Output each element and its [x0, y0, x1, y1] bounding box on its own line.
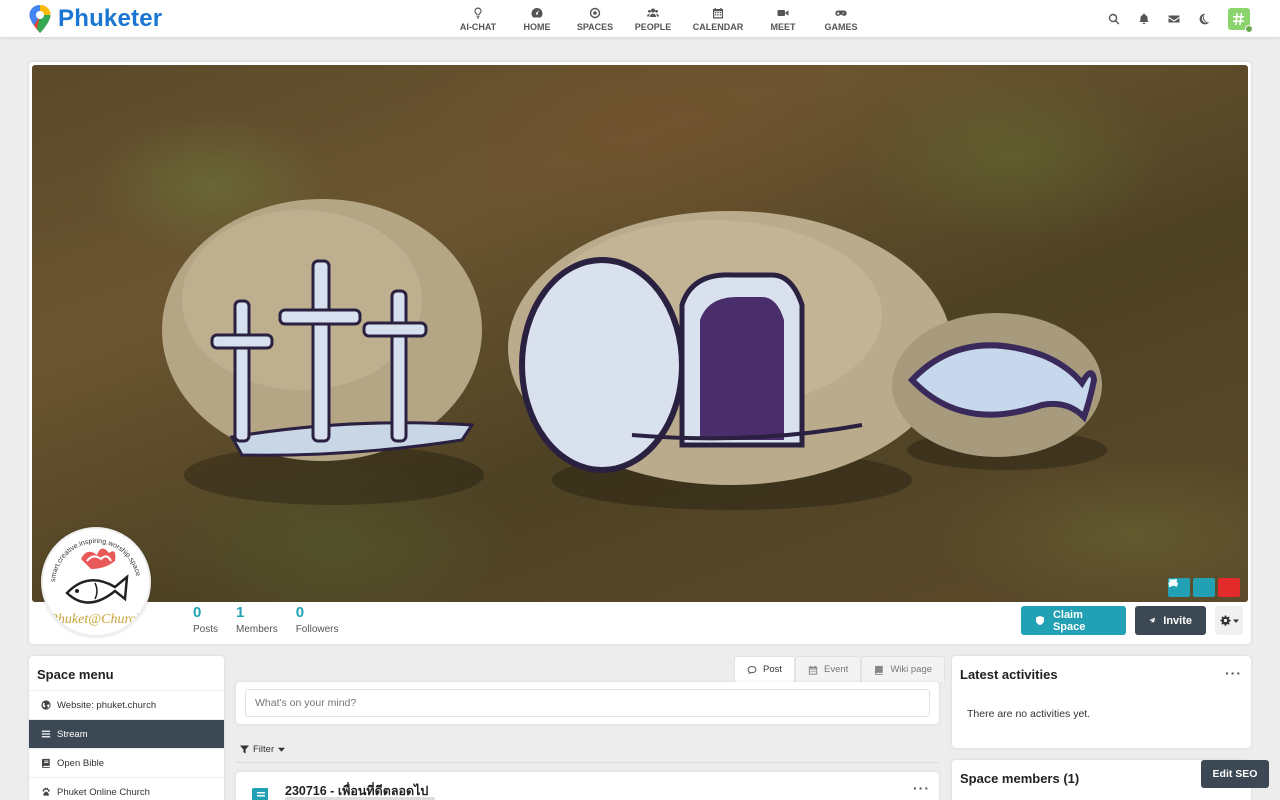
- menu-item-website[interactable]: Website: phuket.church: [29, 690, 224, 719]
- lightbulb-icon: [474, 7, 482, 18]
- post-composer: [236, 682, 939, 724]
- stream-post: 230716 - เพื่อนที่ดีตลอดไป ···: [236, 772, 939, 800]
- space-menu-title: Space menu: [37, 667, 114, 682]
- nav-meet[interactable]: MEET: [754, 0, 812, 38]
- space-header: smart.creative.inspiring.worship.space P…: [29, 62, 1251, 644]
- banner-edit-button[interactable]: [1168, 578, 1215, 597]
- menu-item-online-church[interactable]: Phuket Online Church: [29, 777, 224, 800]
- dot-circle-icon: [589, 7, 601, 18]
- shield-icon: [1035, 615, 1044, 626]
- top-tools: [1108, 0, 1253, 38]
- book-icon: [875, 665, 884, 675]
- bars-icon: [41, 730, 51, 738]
- comment-icon: [747, 665, 757, 674]
- moon-icon[interactable]: [1198, 13, 1210, 25]
- map-pin-logo-icon: [29, 5, 51, 33]
- nav-ai-chat[interactable]: AI-CHAT: [448, 0, 508, 38]
- gamepad-icon: [835, 10, 847, 16]
- svg-text:Phuket@Church: Phuket@Church: [48, 612, 142, 627]
- edit-seo-button[interactable]: Edit SEO: [1201, 760, 1269, 788]
- banner-painted-rocks-illustration: [162, 199, 1107, 510]
- calendar-icon: [808, 665, 818, 675]
- filter-divider: [236, 762, 939, 763]
- nav-people[interactable]: PEOPLE: [624, 0, 682, 38]
- paper-plane-icon: [1149, 617, 1156, 624]
- video-camera-icon: [777, 9, 789, 16]
- invite-button[interactable]: Invite: [1135, 606, 1206, 635]
- envelope-icon[interactable]: [1168, 13, 1180, 25]
- main-nav: AI-CHAT HOME SPACES PEOPLE CALENDAR MEET…: [448, 0, 870, 38]
- book-icon: [42, 758, 50, 768]
- book-post-icon: [252, 788, 268, 800]
- tab-wiki-page[interactable]: Wiki page: [861, 656, 946, 682]
- globe-icon: [41, 700, 51, 710]
- hashtag-avatar-icon: [1233, 13, 1244, 25]
- latest-activities-empty: There are no activities yet.: [967, 708, 1091, 720]
- nav-games[interactable]: GAMES: [812, 0, 870, 38]
- gear-icon: [1219, 615, 1231, 626]
- close-icon: [1168, 578, 1178, 588]
- post-input[interactable]: [245, 689, 930, 717]
- caret-down-icon: [1232, 619, 1239, 623]
- latest-activities-menu[interactable]: ···: [1225, 665, 1242, 681]
- bell-icon[interactable]: [1138, 13, 1150, 25]
- tab-event[interactable]: Event: [795, 656, 862, 682]
- counter-posts[interactable]: 0 Posts: [193, 604, 218, 635]
- counter-followers[interactable]: 0 Followers: [296, 604, 339, 635]
- space-banner-image: [32, 65, 1248, 602]
- nav-home[interactable]: HOME: [508, 0, 566, 38]
- space-counters: 0 Posts 1 Members 0 Followers: [193, 604, 339, 635]
- online-status-dot: [1245, 25, 1253, 33]
- dashboard-icon: [531, 7, 543, 17]
- calendar-icon: [713, 7, 723, 18]
- filter-icon: [240, 745, 249, 754]
- paw-icon: [42, 787, 50, 796]
- space-settings-dropdown[interactable]: [1215, 606, 1243, 635]
- menu-item-open-bible[interactable]: Open Bible: [29, 748, 224, 777]
- space-menu-panel: Space menu Website: phuket.church Stream…: [29, 656, 224, 800]
- church-fish-logo-icon: smart.creative.inspiring.worship.space P…: [48, 538, 142, 627]
- counter-members[interactable]: 1 Members: [236, 604, 278, 635]
- latest-activities-panel: Latest activities ··· There are no activ…: [952, 656, 1251, 748]
- banner-controls: [1168, 578, 1240, 597]
- claim-space-button[interactable]: Claim Space: [1021, 606, 1126, 635]
- stream-filter[interactable]: Filter: [240, 744, 286, 755]
- user-avatar[interactable]: [1228, 8, 1253, 33]
- nav-spaces[interactable]: SPACES: [566, 0, 624, 38]
- latest-activities-title: Latest activities: [960, 667, 1058, 682]
- menu-item-stream[interactable]: Stream: [29, 719, 224, 748]
- brand-logo[interactable]: Phuketer: [28, 4, 162, 34]
- banner-delete-button[interactable]: [1168, 578, 1240, 597]
- brand-name: Phuketer: [58, 5, 163, 32]
- top-bar: Phuketer AI-CHAT HOME SPACES PEOPLE CALE…: [0, 0, 1280, 38]
- space-logo[interactable]: smart.creative.inspiring.worship.space P…: [41, 527, 151, 637]
- search-icon[interactable]: [1108, 13, 1120, 25]
- post-options-menu[interactable]: ···: [913, 780, 930, 796]
- composer-tabs: Post Event Wiki page: [734, 656, 946, 682]
- caret-down-icon: [278, 747, 286, 752]
- header-actions: Claim Space Invite: [1021, 606, 1243, 635]
- tab-post[interactable]: Post: [734, 656, 796, 682]
- users-icon: [647, 8, 659, 17]
- nav-calendar[interactable]: CALENDAR: [682, 0, 754, 38]
